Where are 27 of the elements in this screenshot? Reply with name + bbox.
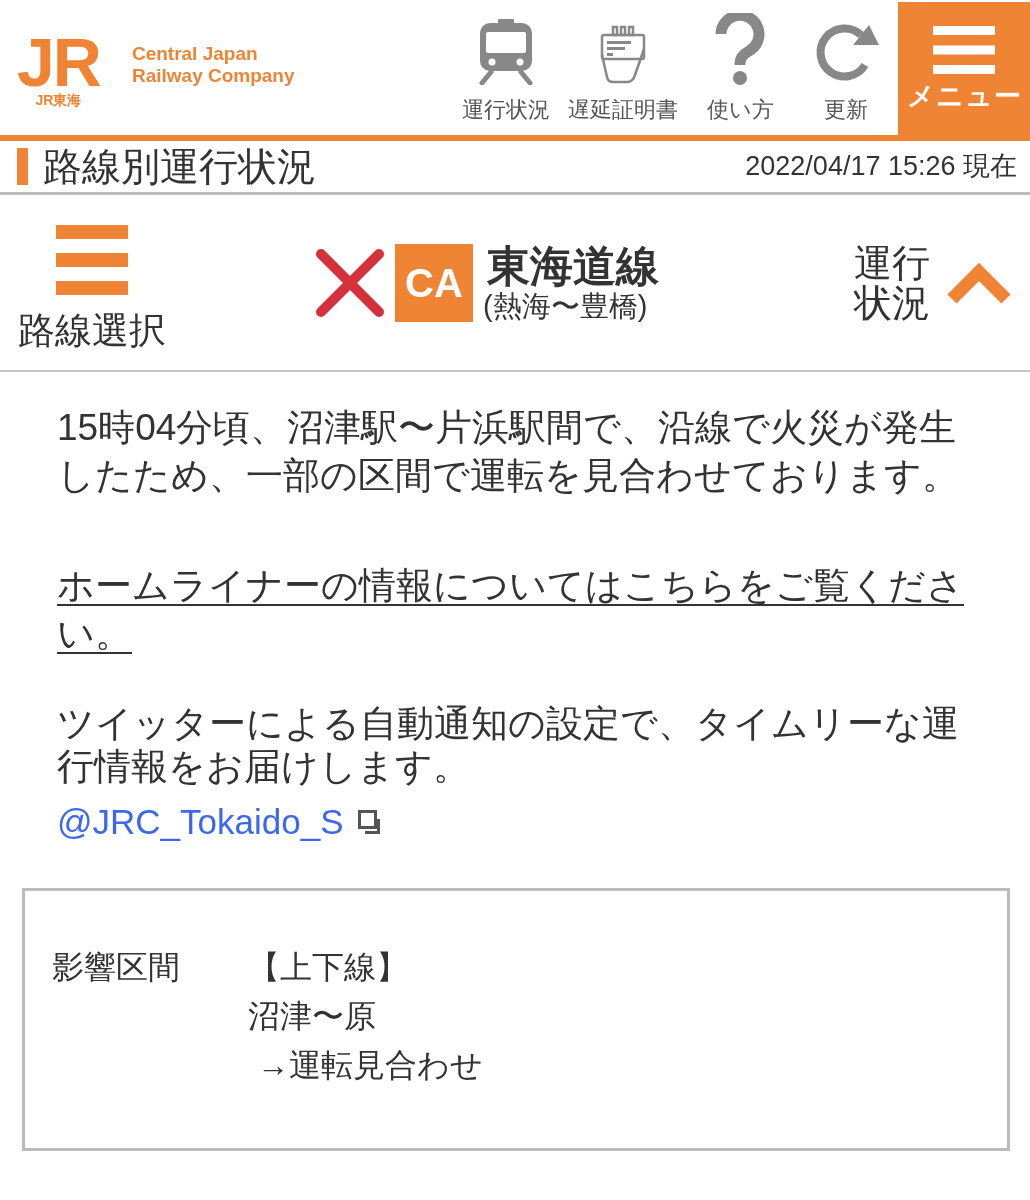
line-select-button[interactable]: 路線選択 (15, 212, 169, 353)
affected-section-line: 【上下線】 (248, 948, 409, 987)
nav-button[interactable]: 遅延証明書 (568, 0, 678, 135)
nav-button[interactable]: 使い方 (696, 0, 784, 135)
timestamp: 2022/04/17 15:26 現在 (745, 150, 1017, 184)
nav-button[interactable]: 運行状況 (462, 0, 550, 135)
line-code-badge: CA (395, 243, 473, 322)
affected-section-label: 影響区間 (52, 948, 181, 987)
twitter-info-text: ツイッターによる自動通知の設定で、タイムリーな運行情報をお届けします。 (57, 702, 960, 788)
affected-section-line: 沼津〜原 (248, 997, 377, 1036)
list-icon (56, 224, 128, 295)
title-marker (17, 148, 28, 185)
company-name: Central Japan Railway Company (131, 42, 296, 87)
status-toggle-button[interactable]: 運行状況 (854, 242, 1012, 323)
home-liner-link[interactable]: ホームライナーの情報についてはこちらをご覧ください。 (57, 562, 982, 658)
logo-subtitle: JR東海 (35, 91, 82, 108)
line-section: (熱海〜豊橋) (483, 288, 659, 323)
line-name: 東海道線 (487, 242, 659, 289)
menu-icon (933, 25, 995, 74)
page-title: 路線別運行状況 (43, 143, 316, 190)
affected-section-line: →運転見合わせ (255, 1046, 483, 1085)
twitter-account-link[interactable]: @JRC_Tokaido_S (57, 800, 380, 844)
external-link-icon (357, 810, 380, 834)
nav-button[interactable]: 更新 (802, 0, 890, 135)
logo-mark: JR (17, 33, 100, 90)
notice-message: 15時04分頃、沼津駅〜片浜駅間で、沿線で火災が発生したため、一部の区間で運転を見合わせております。 (57, 406, 960, 498)
train-icon (477, 19, 535, 85)
